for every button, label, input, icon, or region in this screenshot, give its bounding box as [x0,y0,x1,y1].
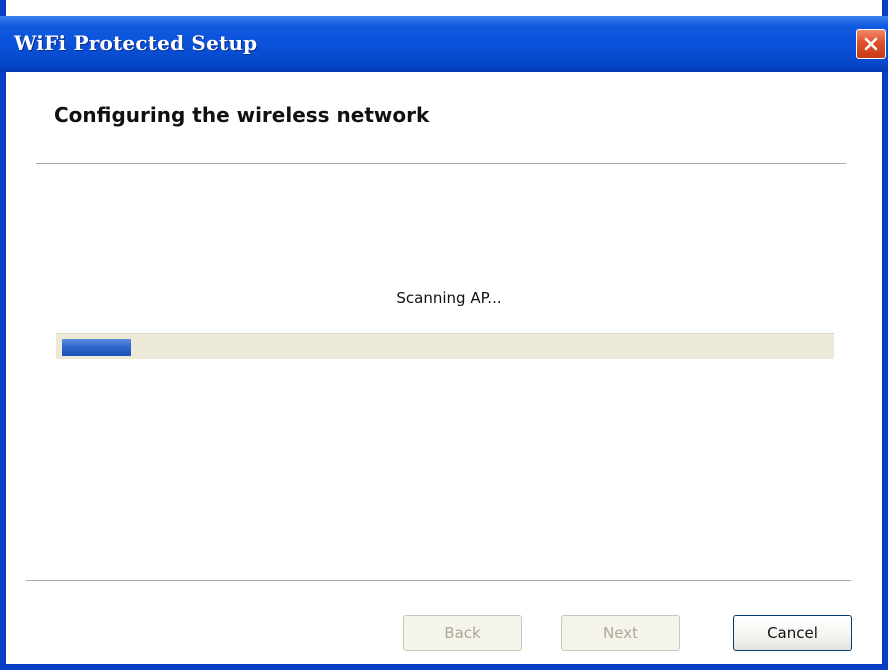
close-icon [864,37,878,51]
header-divider [36,163,846,165]
footer-divider [26,580,851,582]
next-button[interactable]: Next [561,615,680,651]
back-button[interactable]: Back [403,615,522,651]
cancel-button[interactable]: Cancel [733,615,852,651]
close-button[interactable] [856,29,886,59]
status-text: Scanning AP... [396,289,502,307]
progress-fill [62,339,131,356]
window-title: WiFi Protected Setup [14,31,258,55]
page-heading: Configuring the wireless network [54,103,430,127]
title-bar[interactable]: WiFi Protected Setup [0,16,888,72]
dialog-window: WiFi Protected Setup Configuring the wir… [0,0,888,670]
progress-bar [56,333,834,359]
